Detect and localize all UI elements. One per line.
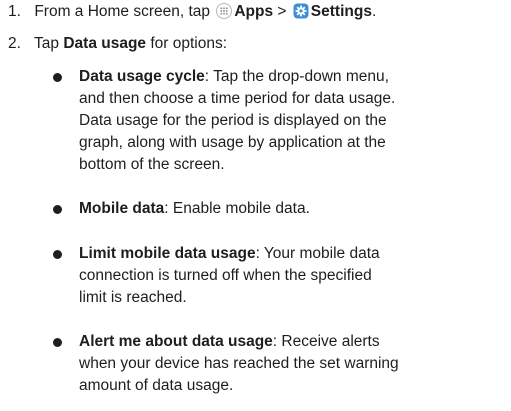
- bullet-line: and then choose a time period for data u…: [79, 90, 396, 107]
- step-number: 1.: [8, 3, 21, 20]
- step-1: 1. From a Home screen, tap Apps > Settin…: [8, 1, 376, 23]
- bullet-term: Limit mobile data usage: [79, 245, 256, 262]
- bullet-line: when your device has reached the set war…: [79, 355, 399, 372]
- bullet-line: Mobile data: Enable mobile data.: [79, 198, 509, 220]
- bullet-text: : Enable mobile data.: [164, 200, 310, 217]
- bullet-line: bottom of the screen.: [79, 156, 225, 173]
- bullet-dot: [53, 338, 62, 347]
- bullet-line: connection is turned off when the specif…: [79, 267, 372, 284]
- bullet-line: Limit mobile data usage: Your mobile dat…: [79, 243, 509, 265]
- step-text: From a Home screen, tap: [34, 3, 211, 20]
- data-usage-label: Data usage: [63, 35, 147, 52]
- bullet-term: Mobile data: [79, 200, 165, 217]
- bullet-line: Data usage for the period is displayed o…: [79, 112, 387, 129]
- bullet-term: Alert me about data usage: [79, 333, 273, 350]
- bullet-text: : Tap the drop-down menu,: [204, 68, 389, 85]
- step-2: 2. Tap Data usage for options:: [8, 33, 227, 55]
- bullet-dot: [53, 73, 62, 82]
- bullet-line: graph, along with usage by application a…: [79, 134, 386, 151]
- bullet-text: : Receive alerts: [272, 333, 380, 350]
- bullet-limit-mobile-data-usage: Limit mobile data usage: Your mobile dat…: [53, 243, 509, 309]
- step-number: 2.: [8, 35, 21, 52]
- bullet-line: limit is reached.: [79, 289, 187, 306]
- separator: >: [277, 3, 287, 20]
- bullet-mobile-data: Mobile data: Enable mobile data.: [53, 198, 509, 220]
- bullet-line: amount of data usage.: [79, 377, 234, 394]
- instructions-page: 1. From a Home screen, tap Apps > Settin…: [0, 0, 511, 411]
- step-suffix: .: [371, 3, 377, 20]
- apps-grid-icon: [216, 3, 233, 19]
- settings-label: Settings: [310, 3, 372, 20]
- apps-label: Apps: [234, 3, 274, 20]
- bullet-text: : Your mobile data: [255, 245, 380, 262]
- bullet-data-usage-cycle: Data usage cycle: Tap the drop-down menu…: [53, 66, 509, 176]
- step-suffix: for options:: [150, 35, 228, 52]
- step-text: Tap: [34, 35, 60, 52]
- bullet-term: Data usage cycle: [79, 68, 205, 85]
- bullet-line: Data usage cycle: Tap the drop-down menu…: [79, 66, 509, 88]
- settings-gear-icon: [293, 3, 309, 19]
- bullet-dot: [53, 205, 62, 214]
- bullet-alert-me-about-data-usage: Alert me about data usage: Receive alert…: [53, 331, 509, 397]
- bullet-line: Alert me about data usage: Receive alert…: [79, 331, 509, 353]
- bullet-dot: [53, 250, 62, 259]
